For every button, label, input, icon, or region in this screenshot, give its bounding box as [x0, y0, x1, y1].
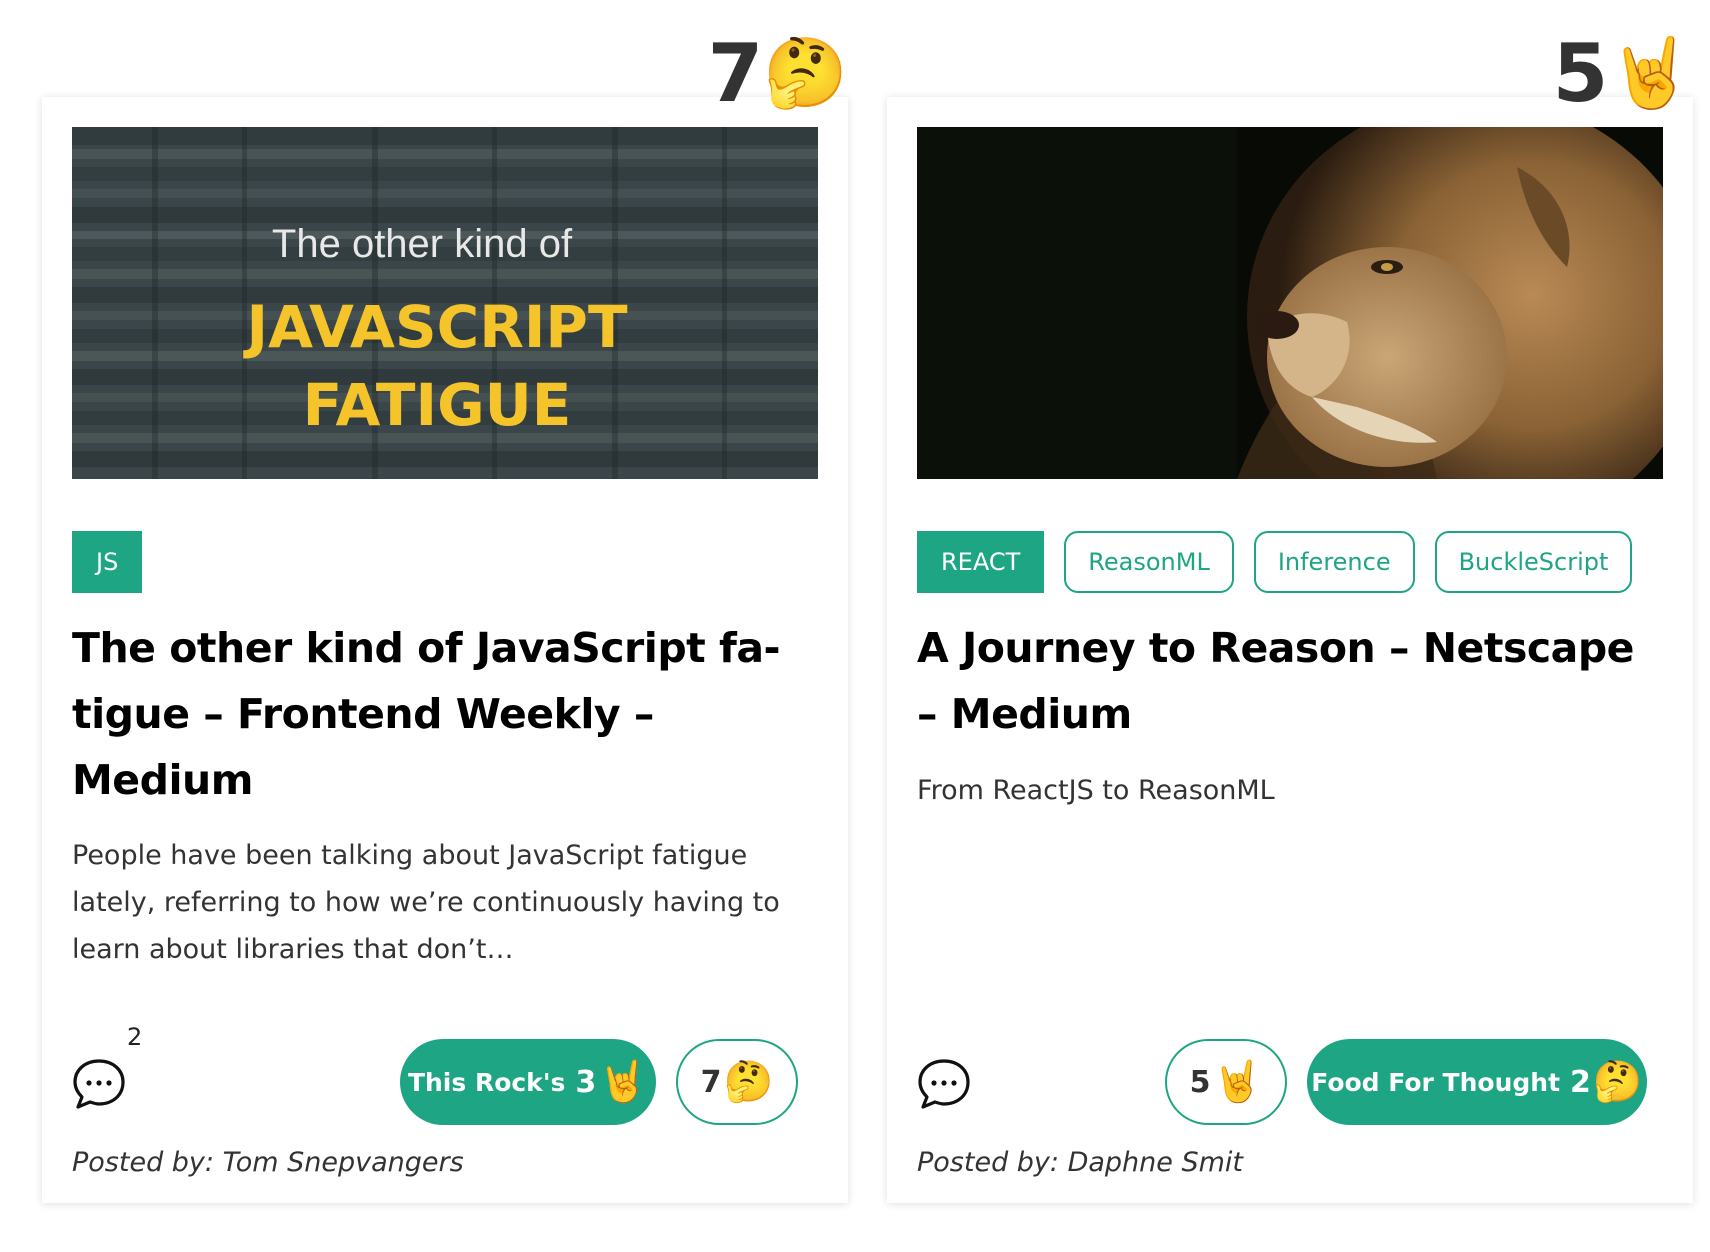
post-description: From ReactJS to ReasonML: [917, 775, 1275, 806]
reaction-thinking-button[interactable]: 7 🤔: [676, 1039, 798, 1125]
reaction-this-rocks-button[interactable]: This Rock's 3 🤘: [400, 1039, 656, 1125]
top-score-count: 5: [1552, 27, 1609, 120]
post-card[interactable]: 5 🤘 REACT ReasonML Inference BuckleScrip…: [887, 34, 1693, 1203]
cover-image[interactable]: [917, 127, 1663, 479]
top-score: 7 🤔: [708, 29, 848, 119]
speech-bubble-icon[interactable]: [72, 1057, 126, 1111]
cover-image[interactable]: The other kind of JAVASCRIPT FATIGUE: [72, 127, 818, 479]
reaction-count: 2: [1570, 1064, 1591, 1100]
thinking-face-icon: 🤔: [1592, 1059, 1643, 1105]
tag-inference[interactable]: Inference: [1253, 531, 1415, 593]
reaction-label: Food For Thought: [1311, 1067, 1561, 1097]
rock-on-icon: 🤘: [1212, 1059, 1263, 1105]
top-score: 5 🤘: [1553, 29, 1693, 119]
cover-line-2: JAVASCRIPT: [242, 293, 627, 361]
tag-react[interactable]: REACT: [917, 531, 1045, 593]
post-card[interactable]: 7 🤔 The other kind of JAVASCRIPT FATIGUE…: [42, 34, 848, 1203]
cover-line-1: The other kind of: [272, 222, 573, 266]
post-title[interactable]: The other kind of JavaScript fa-tigue – …: [72, 615, 818, 813]
reaction-count: 3: [575, 1064, 597, 1100]
thinking-face-icon: 🤔: [723, 1059, 774, 1105]
reaction-label: This Rock's: [407, 1067, 566, 1097]
tag-reasonml[interactable]: ReasonML: [1064, 531, 1234, 593]
cover-line-3: FATIGUE: [303, 371, 572, 439]
comment-count: 2: [127, 1023, 143, 1051]
post-description: People have been talking about JavaScrip…: [72, 840, 780, 965]
reaction-count: 7: [700, 1064, 722, 1100]
tag-list: REACT ReasonML Inference BuckleScript: [917, 531, 1633, 593]
speech-bubble-icon[interactable]: [917, 1057, 971, 1111]
reaction-count: 5: [1189, 1064, 1211, 1100]
tag-bucklescript[interactable]: BuckleScript: [1434, 531, 1633, 593]
posted-by: Posted by: Daphne Smit: [917, 1147, 1244, 1178]
reaction-food-for-thought-button[interactable]: Food For Thought 2 🤔: [1307, 1039, 1647, 1125]
rock-on-icon: 🤘: [1608, 34, 1693, 113]
reaction-rock-button[interactable]: 5 🤘: [1165, 1039, 1287, 1125]
tag-js[interactable]: JS: [72, 531, 143, 593]
post-title[interactable]: A Journey to Reason – Netscape – Medium: [917, 615, 1663, 747]
thinking-face-icon: 🤔: [763, 34, 848, 113]
top-score-count: 7: [707, 27, 764, 120]
rock-on-icon: 🤘: [598, 1059, 649, 1105]
tag-list: JS: [72, 531, 143, 593]
posted-by: Posted by: Tom Snepvangers: [72, 1147, 464, 1178]
